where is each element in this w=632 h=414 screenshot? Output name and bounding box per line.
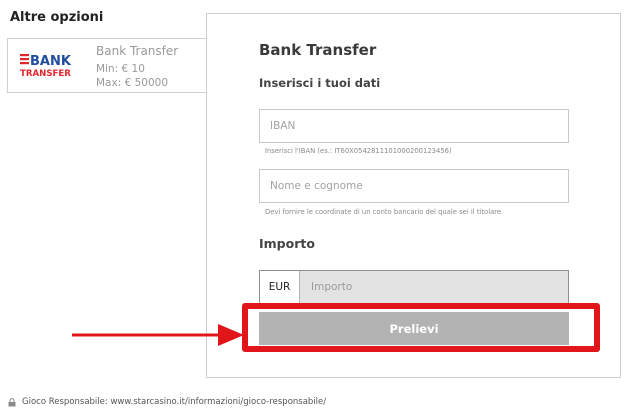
form-title: Bank Transfer bbox=[259, 41, 377, 59]
amount-field-group: EUR bbox=[259, 270, 569, 304]
full-name-hint: Devi fornire le coordinate di un conto b… bbox=[265, 208, 502, 216]
logo-bank-text: BANK bbox=[30, 54, 72, 69]
arrow-right-icon bbox=[72, 324, 244, 346]
payment-method-bank-transfer[interactable]: BANK TRANSFER Bank Transfer Min: € 10 Ma… bbox=[7, 38, 206, 93]
method-name: Bank Transfer bbox=[96, 44, 179, 58]
highlight-box bbox=[242, 303, 600, 352]
amount-label: Importo bbox=[259, 236, 315, 251]
method-min-amount: Min: € 10 bbox=[96, 63, 145, 75]
footer-responsible-gaming-text: Gioco Responsabile: www.starcasino.it/in… bbox=[22, 397, 327, 407]
lock-icon bbox=[8, 397, 16, 406]
method-max-amount: Max: € 50000 bbox=[96, 77, 169, 89]
other-options-title: Altre opzioni bbox=[10, 10, 104, 25]
full-name-input[interactable] bbox=[259, 169, 569, 203]
bank-transfer-logo: BANK TRANSFER bbox=[20, 54, 72, 79]
footer: Gioco Responsabile: www.starcasino.it/in… bbox=[8, 397, 326, 407]
iban-hint: Inserisci l'IBAN (es.: IT60X054281110100… bbox=[265, 147, 452, 155]
withdraw-page: Altre opzioni BANK TRANSFER Bank Transfe… bbox=[0, 0, 632, 414]
currency-label: EUR bbox=[260, 271, 300, 303]
iban-input[interactable] bbox=[259, 109, 569, 143]
form-subtitle: Inserisci i tuoi dati bbox=[259, 76, 381, 90]
amount-input[interactable] bbox=[300, 271, 568, 303]
logo-transfer-text: TRANSFER bbox=[20, 69, 71, 79]
